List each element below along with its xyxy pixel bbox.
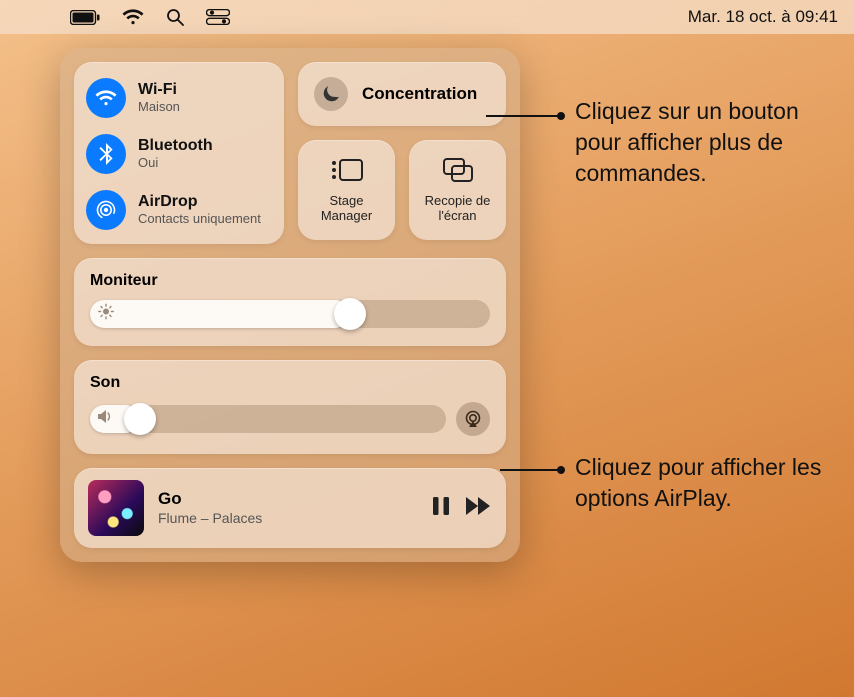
screen-mirroring-label: Recopie de l'écran <box>415 194 500 224</box>
menubar-date[interactable]: Mar. 18 oct. à 09:41 <box>688 7 838 27</box>
wifi-sub: Maison <box>138 100 180 115</box>
pause-button[interactable] <box>432 496 450 521</box>
wifi-icon <box>86 78 126 118</box>
airdrop-title: AirDrop <box>138 193 261 211</box>
track-artist: Flume – Palaces <box>158 510 418 527</box>
volume-icon <box>98 410 114 429</box>
airdrop-sub: Contacts uniquement <box>138 212 261 227</box>
moon-icon <box>314 77 348 111</box>
bluetooth-row[interactable]: Bluetooth Oui <box>86 128 272 180</box>
screen-mirroring-icon <box>441 157 475 188</box>
airdrop-row[interactable]: AirDrop Contacts uniquement <box>86 184 272 236</box>
brightness-icon <box>98 304 114 325</box>
display-slider[interactable] <box>90 300 490 328</box>
focus-tile[interactable]: Concentration <box>298 62 506 126</box>
display-tile: Moniteur <box>74 258 506 346</box>
bluetooth-sub: Oui <box>138 156 213 171</box>
now-playing-tile[interactable]: Go Flume – Palaces <box>74 468 506 548</box>
wifi-title: Wi-Fi <box>138 81 180 99</box>
spotlight-icon[interactable] <box>166 8 184 26</box>
stage-manager-icon <box>330 157 364 188</box>
next-track-button[interactable] <box>466 497 492 520</box>
connectivity-tile[interactable]: Wi-Fi Maison Bluetooth Oui AirDrop <box>74 62 284 244</box>
screen-mirroring-tile[interactable]: Recopie de l'écran <box>409 140 506 240</box>
control-center-icon[interactable] <box>206 9 230 25</box>
display-title: Moniteur <box>90 272 490 290</box>
sound-slider[interactable] <box>90 405 446 433</box>
airdrop-icon <box>86 190 126 230</box>
wifi-icon <box>122 9 144 25</box>
sound-tile: Son <box>74 360 506 454</box>
menubar: Mar. 18 oct. à 09:41 <box>0 0 854 34</box>
wifi-row[interactable]: Wi-Fi Maison <box>86 72 272 124</box>
callout-line <box>500 469 564 471</box>
bluetooth-title: Bluetooth <box>138 137 213 155</box>
airplay-audio-button[interactable] <box>456 402 490 436</box>
track-title: Go <box>158 489 418 509</box>
callout-line <box>486 115 564 117</box>
sound-title: Son <box>90 374 490 392</box>
battery-icon <box>70 10 100 25</box>
control-center-panel: Wi-Fi Maison Bluetooth Oui AirDrop <box>60 48 520 562</box>
stage-manager-label: Stage Manager <box>304 194 389 224</box>
bluetooth-icon <box>86 134 126 174</box>
callout-airplay: Cliquez pour afficher les options AirPla… <box>575 452 850 514</box>
album-art <box>88 480 144 536</box>
focus-label: Concentration <box>362 84 477 104</box>
callout-focus: Cliquez sur un bouton pour afficher plus… <box>575 96 845 189</box>
stage-manager-tile[interactable]: Stage Manager <box>298 140 395 240</box>
